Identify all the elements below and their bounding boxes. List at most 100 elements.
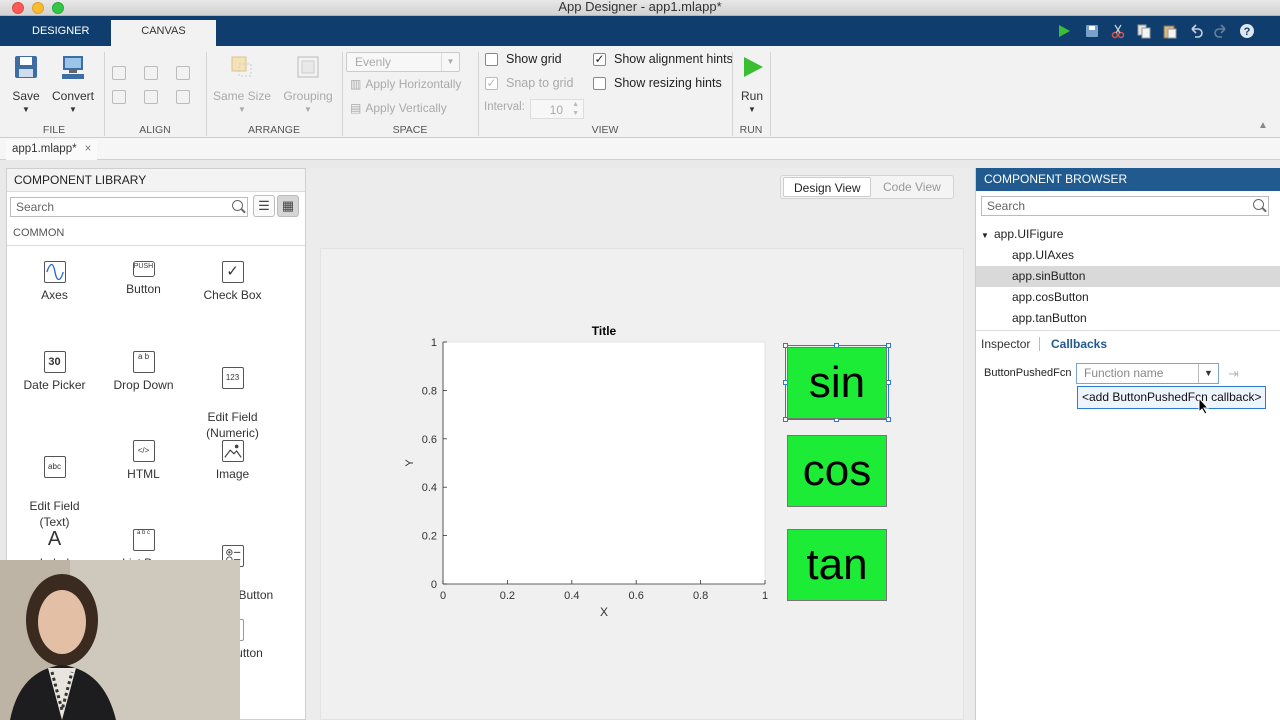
same-size-label: Same Size xyxy=(212,89,272,103)
tree-item-label: app.sinButton xyxy=(1012,269,1086,283)
library-item-label: Check Box xyxy=(203,288,262,302)
interval-label: Interval: xyxy=(484,101,525,113)
library-item-label: Date Picker xyxy=(23,378,86,392)
library-item-label: Image xyxy=(215,467,250,481)
collapse-ribbon-icon[interactable]: ▲ xyxy=(1258,120,1268,131)
tan-button[interactable]: tan xyxy=(787,529,887,601)
run-dropdown-icon[interactable]: ▼ xyxy=(736,105,768,114)
mouse-cursor-icon xyxy=(1198,397,1210,415)
run-quick-icon[interactable] xyxy=(1056,23,1072,39)
ui-figure[interactable]: Title 0 0.2 0.4 0.6 0.8 1 0 0.2 0.4 0.6 0.8 1 X Y … xyxy=(320,248,964,720)
image-icon xyxy=(221,440,244,462)
search-icon[interactable] xyxy=(1253,199,1264,210)
window-maximize-button[interactable] xyxy=(52,2,64,14)
calendar-icon: 30 xyxy=(43,351,66,373)
convert-icon xyxy=(62,56,84,79)
convert-button[interactable]: Convert ▼ xyxy=(50,54,96,114)
tab-designer[interactable]: DESIGNER xyxy=(14,20,107,46)
align-top-icon[interactable] xyxy=(112,90,126,104)
x-tick-label: 0.6 xyxy=(629,590,644,602)
show-alignment-hints-label: Show alignment hints xyxy=(614,52,733,66)
apply-horizontally-button[interactable]: ▥ Apply Horizontally xyxy=(350,77,461,91)
spacing-select[interactable]: Evenly ▼ xyxy=(346,52,460,72)
tree-item-sinbutton[interactable]: app.sinButton xyxy=(976,266,1280,287)
grouping-button[interactable]: Grouping ▼ xyxy=(280,54,336,114)
library-item-image[interactable]: Image xyxy=(188,440,277,482)
library-item-button[interactable]: PUSH Button xyxy=(99,261,188,297)
search-icon[interactable] xyxy=(232,200,243,211)
help-icon[interactable]: ? xyxy=(1239,23,1255,39)
view-toggle: Design View Code View xyxy=(780,175,954,199)
tree-item-uifigure[interactable]: ▼ app.UIFigure xyxy=(976,224,1280,245)
show-grid-label: Show grid xyxy=(506,52,562,66)
cos-button[interactable]: cos xyxy=(787,435,887,507)
show-resizing-hints-label: Show resizing hints xyxy=(614,76,722,90)
tree-item-uiaxes[interactable]: app.UIAxes xyxy=(976,245,1280,266)
library-item-edit-field-numeric[interactable]: 123 Edit Field (Numeric) xyxy=(188,351,277,441)
redo-quick-icon[interactable] xyxy=(1213,23,1229,39)
webcam-overlay xyxy=(0,560,240,720)
library-item-edit-field-text[interactable]: abc Edit Field (Text) xyxy=(10,440,99,530)
save-dropdown-icon[interactable]: ▼ xyxy=(8,105,44,114)
grouping-dropdown-icon[interactable]: ▼ xyxy=(280,105,336,114)
function-name-combobox[interactable]: Function name ▼ xyxy=(1076,363,1219,384)
window-close-button[interactable] xyxy=(12,2,24,14)
browser-search-input[interactable]: Search xyxy=(981,196,1269,216)
tab-inspector[interactable]: Inspector xyxy=(981,337,1030,351)
library-item-html[interactable]: </> HTML xyxy=(99,440,188,482)
label-icon: A xyxy=(47,528,62,550)
library-item-label: Edit Field (Text) xyxy=(29,499,80,529)
tree-item-cosbutton[interactable]: app.cosButton xyxy=(976,287,1280,308)
library-item-date-picker[interactable]: 30 Date Picker xyxy=(10,351,99,393)
tree-item-tanbutton[interactable]: app.tanButton xyxy=(976,308,1280,329)
sin-button[interactable]: sin xyxy=(787,347,887,419)
align-left-icon[interactable] xyxy=(112,66,126,80)
align-middle-icon[interactable] xyxy=(144,90,158,104)
align-center-icon[interactable] xyxy=(144,66,158,80)
y-tick-label: 0.8 xyxy=(422,385,437,397)
document-tab[interactable]: app1.mlapp* × xyxy=(6,140,98,160)
show-resizing-hints-checkbox[interactable] xyxy=(593,77,606,90)
paste-quick-icon[interactable] xyxy=(1162,23,1178,39)
align-right-icon[interactable] xyxy=(176,66,190,80)
apply-vertically-button[interactable]: ▤ Apply Vertically xyxy=(350,101,447,115)
library-item-drop-down[interactable]: a b Drop Down xyxy=(99,351,188,393)
library-item-check-box[interactable]: ✓ Check Box xyxy=(188,261,277,303)
group-label-file: FILE xyxy=(42,124,66,136)
show-grid-checkbox[interactable] xyxy=(485,53,498,66)
same-size-dropdown-icon[interactable]: ▼ xyxy=(212,105,272,114)
align-bottom-icon[interactable] xyxy=(176,90,190,104)
expand-arrow-icon[interactable]: ▼ xyxy=(976,225,994,246)
snap-to-grid-checkbox[interactable]: ✓ xyxy=(485,77,498,90)
undo-quick-icon[interactable] xyxy=(1188,23,1204,39)
library-item-axes[interactable]: Axes xyxy=(10,261,99,303)
convert-dropdown-icon[interactable]: ▼ xyxy=(50,105,96,114)
run-button[interactable]: Run ▼ xyxy=(736,54,768,114)
tab-canvas[interactable]: CANVAS xyxy=(111,20,216,46)
same-size-button[interactable]: Same Size ▼ xyxy=(212,54,272,114)
library-search-input[interactable]: Search xyxy=(10,197,248,217)
design-view-button[interactable]: Design View xyxy=(783,177,872,197)
cut-quick-icon[interactable] xyxy=(1110,23,1126,39)
add-callback-option[interactable]: <add ButtonPushedFcn callback> xyxy=(1077,386,1266,409)
library-item-label: Button xyxy=(126,282,161,296)
tree-item-label: app.tanButton xyxy=(1012,311,1087,325)
interval-spinner[interactable]: 10 ▲ ▼ xyxy=(530,99,584,119)
x-axis-label: X xyxy=(600,605,608,619)
grid-view-button[interactable]: ▦ xyxy=(277,195,299,217)
chevron-down-icon[interactable]: ▼ xyxy=(1198,364,1218,383)
show-alignment-hints-checkbox[interactable]: ✓ xyxy=(593,53,606,66)
list-view-button[interactable]: ☰ xyxy=(253,195,275,217)
spinner-arrows-icon[interactable]: ▲ ▼ xyxy=(572,100,579,118)
ui-axes[interactable]: Title 0 0.2 0.4 0.6 0.8 1 0 0.2 0.4 0.6 0.8 1 X Y xyxy=(371,324,781,624)
library-item-label: Edit Field (Numeric) xyxy=(206,410,259,440)
copy-quick-icon[interactable] xyxy=(1136,23,1152,39)
dropdown-icon: a b xyxy=(132,351,155,373)
close-icon[interactable]: × xyxy=(85,143,92,155)
save-button[interactable]: Save ▼ xyxy=(8,54,44,114)
save-quick-icon[interactable] xyxy=(1084,23,1100,39)
window-minimize-button[interactable] xyxy=(32,2,44,14)
code-view-button[interactable]: Code View xyxy=(873,177,951,197)
go-to-callback-icon[interactable]: ⇥ xyxy=(1228,366,1239,382)
tab-callbacks[interactable]: Callbacks xyxy=(1051,337,1107,351)
